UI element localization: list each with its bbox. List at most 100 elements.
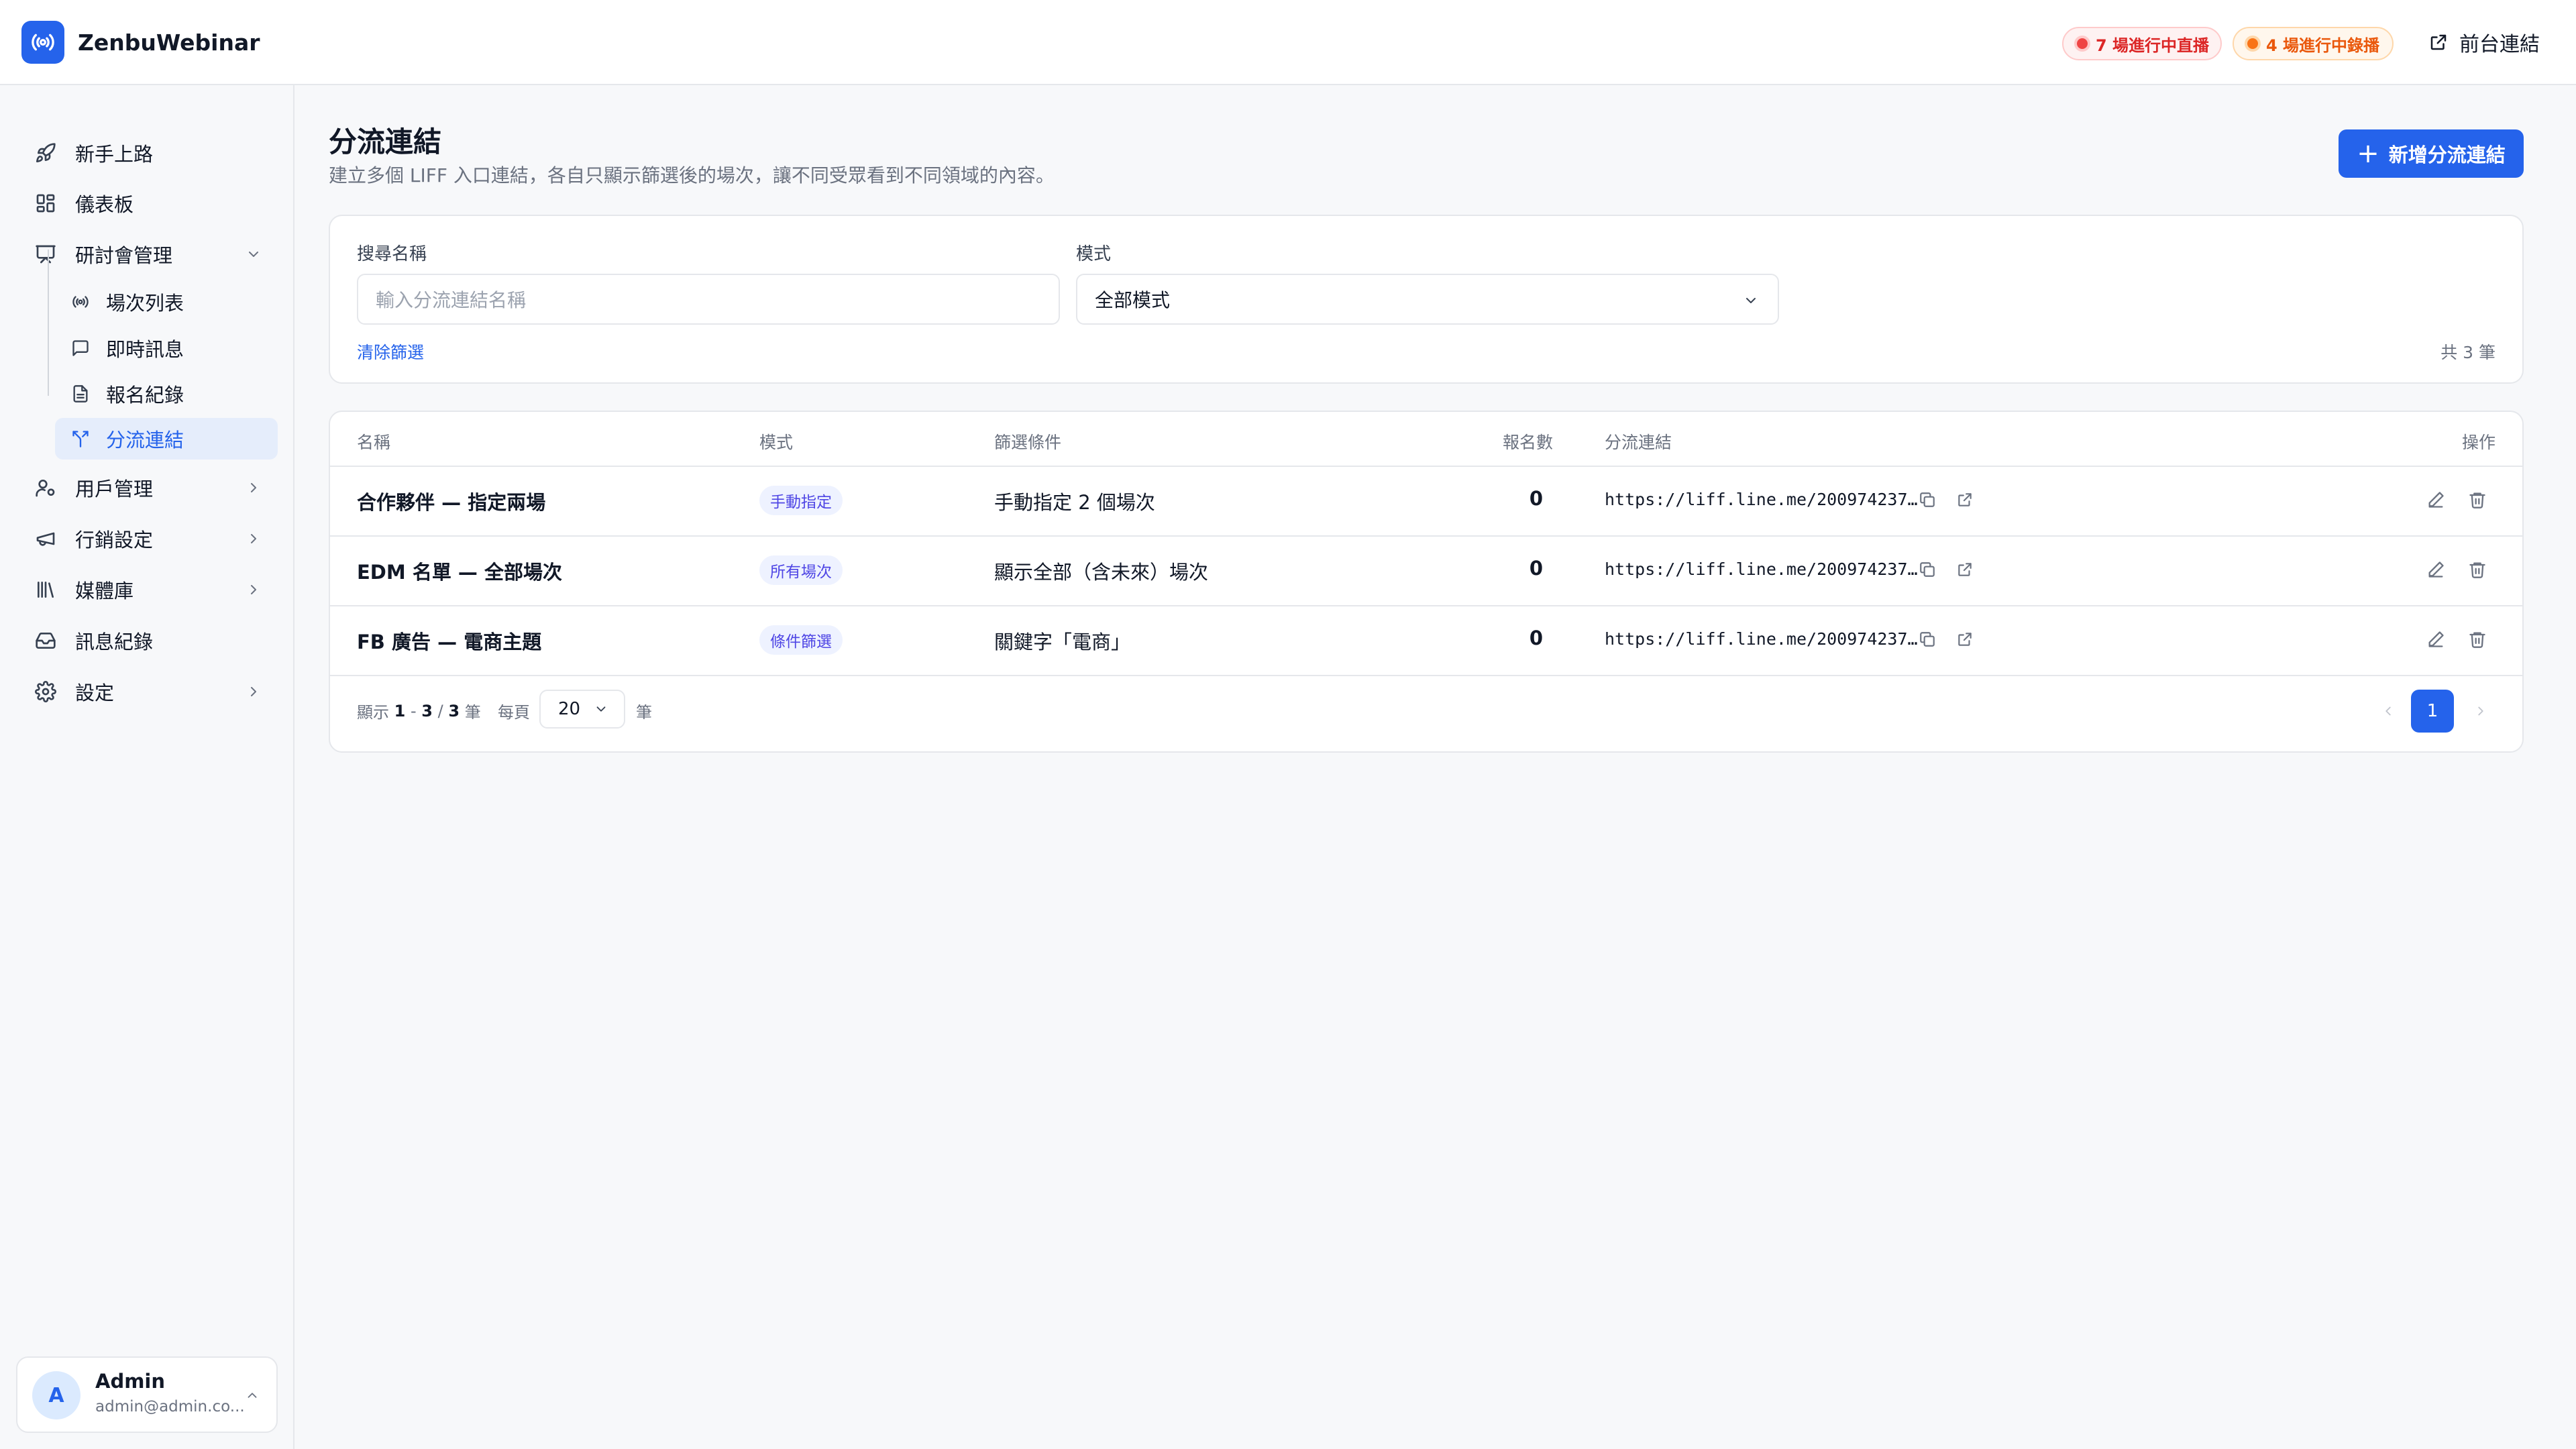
trash-icon[interactable] [2466, 488, 2489, 511]
plus-icon: + [2357, 138, 2379, 169]
external-link-icon[interactable] [1953, 628, 1976, 651]
column-header-filter: 篩選條件 [994, 433, 1062, 452]
split-icon [70, 428, 91, 449]
avatar: A [32, 1371, 80, 1419]
row-registrations: 0 [1529, 557, 1543, 580]
search-placeholder: 輸入分流連結名稱 [376, 289, 527, 311]
range-end: 3 [421, 701, 433, 720]
sidebar-subitem-label: 分流連結 [106, 429, 184, 451]
user-email: admin@admin.co... [95, 1398, 245, 1415]
users-icon [34, 476, 58, 500]
sidebar-item-webinar-management[interactable]: 研討會管理 [17, 233, 279, 276]
sidebar-item-label: 媒體庫 [75, 580, 134, 602]
page-description: 建立多個 LIFF 入口連結，各自只顯示篩選後的場次，讓不同受眾看到不同領域的內… [329, 164, 1055, 186]
sidebar-subitem-session-list[interactable]: 場次列表 [55, 281, 278, 323]
trash-icon[interactable] [2466, 558, 2489, 581]
edit-icon[interactable] [2424, 558, 2447, 581]
chevron-down-icon [593, 701, 609, 717]
copy-icon[interactable] [1916, 558, 1939, 581]
copy-icon[interactable] [1916, 488, 1939, 511]
per-page-value: 20 [558, 699, 581, 719]
per-page-label: 每頁 [498, 703, 530, 722]
range-separator: - [410, 701, 417, 720]
mode-select[interactable]: 全部模式 [1076, 274, 1779, 325]
broadcast-icon [70, 291, 91, 313]
row-filter: 顯示全部（含未來）場次 [994, 561, 1209, 584]
clear-filters-link[interactable]: 清除篩選 [357, 339, 424, 364]
filter-panel: 搜尋名稱 輸入分流連結名稱 模式 全部模式 清除篩選 共 3 筆 [329, 215, 2524, 384]
external-link-icon[interactable] [1953, 558, 1976, 581]
result-count: 共 3 筆 [2440, 343, 2496, 362]
sidebar-item-label: 行銷設定 [75, 529, 154, 551]
sidebar-item-dashboard[interactable]: 儀表板 [17, 182, 279, 225]
column-header-name: 名稱 [357, 433, 391, 452]
sidebar: 新手上路 儀表板 研討會管理 場次列表 即時訊息 報名紀錄 分流連結 用戶管理 … [0, 85, 294, 1449]
per-page-select[interactable]: 20 [539, 690, 625, 729]
sidebar-subitem-registrations[interactable]: 報名紀錄 [55, 373, 278, 415]
sidebar-item-message-log[interactable]: 訊息紀錄 [17, 619, 279, 662]
sidebar-subitem-live-chat[interactable]: 即時訊息 [55, 327, 278, 369]
row-filter: 手動指定 2 個場次 [994, 491, 1155, 514]
mode-select-value: 全部模式 [1095, 289, 1171, 311]
external-link-icon [2430, 34, 2447, 50]
add-button-label: 新增分流連結 [2388, 144, 2506, 166]
row-divider [330, 605, 2522, 606]
sidebar-item-settings[interactable]: 設定 [17, 670, 279, 713]
copy-icon[interactable] [1916, 628, 1939, 651]
dashboard-icon [34, 191, 58, 215]
app-name[interactable]: ZenbuWebinar [78, 27, 260, 59]
prev-page-icon[interactable] [2377, 700, 2399, 722]
search-input[interactable]: 輸入分流連結名稱 [357, 274, 1060, 325]
chevron-right-icon [244, 478, 263, 497]
sidebar-subitem-label: 報名紀錄 [106, 384, 184, 407]
column-header-mode: 模式 [759, 433, 794, 452]
row-filter: 關鍵字「電商」 [994, 631, 1131, 653]
inbox-icon [34, 629, 58, 653]
page-button-current[interactable]: 1 [2411, 690, 2454, 733]
top-bar: ZenbuWebinar 7 場進行中直播 4 場進行中錄播 前台連結 [0, 0, 2576, 85]
front-link[interactable]: 前台連結 [2428, 25, 2540, 59]
sidebar-item-label: 新手上路 [75, 143, 154, 166]
chevron-right-icon [244, 529, 263, 548]
row-name[interactable]: FB 廣告 — 電商主題 [357, 627, 541, 655]
live-status-badge[interactable]: 7 場進行中直播 [2062, 27, 2222, 60]
sidebar-item-user-management[interactable]: 用戶管理 [17, 466, 279, 509]
user-menu[interactable]: A Admin admin@admin.co... [16, 1356, 278, 1433]
mode-badge: 手動指定 [759, 486, 843, 515]
external-link-icon[interactable] [1953, 488, 1976, 511]
row-name[interactable]: EDM 名單 — 全部場次 [357, 557, 562, 585]
next-page-icon[interactable] [2470, 700, 2491, 722]
add-split-link-button[interactable]: + 新增分流連結 [2339, 129, 2524, 178]
live-dot-icon [2077, 38, 2088, 49]
chevron-down-icon [244, 245, 263, 264]
user-name: Admin [95, 1370, 166, 1393]
presentation-icon [34, 242, 58, 266]
submenu-guide-line [48, 250, 49, 396]
sidebar-item-getting-started[interactable]: 新手上路 [17, 131, 279, 174]
column-header-link: 分流連結 [1605, 433, 1672, 452]
showing-prefix: 顯示 [357, 703, 389, 722]
range-slash: / [437, 701, 443, 720]
column-header-registrations: 報名數 [1503, 433, 1554, 452]
row-registrations: 0 [1529, 627, 1543, 649]
range-start: 1 [394, 701, 406, 720]
row-name[interactable]: 合作夥伴 — 指定兩場 [357, 487, 545, 515]
sidebar-item-media-library[interactable]: 媒體庫 [17, 568, 279, 611]
count-unit: 筆 [464, 703, 481, 722]
gear-icon [34, 680, 58, 704]
chevron-up-icon [243, 1386, 262, 1405]
row-divider [330, 535, 2522, 537]
sidebar-item-marketing[interactable]: 行銷設定 [17, 517, 279, 560]
recording-status-badge[interactable]: 4 場進行中錄播 [2233, 27, 2394, 60]
chevron-down-icon [1741, 291, 1760, 310]
mode-badge: 所有場次 [759, 555, 843, 585]
row-divider [330, 675, 2522, 676]
recording-dot-icon [2247, 38, 2258, 49]
sidebar-subitem-split-links[interactable]: 分流連結 [55, 418, 278, 460]
row-link: https://liff.line.me/200974237… [1605, 559, 1918, 579]
broadcast-logo-icon[interactable] [21, 21, 64, 64]
trash-icon[interactable] [2466, 628, 2489, 651]
edit-icon[interactable] [2424, 628, 2447, 651]
sidebar-subitem-label: 場次列表 [106, 292, 184, 315]
edit-icon[interactable] [2424, 488, 2447, 511]
